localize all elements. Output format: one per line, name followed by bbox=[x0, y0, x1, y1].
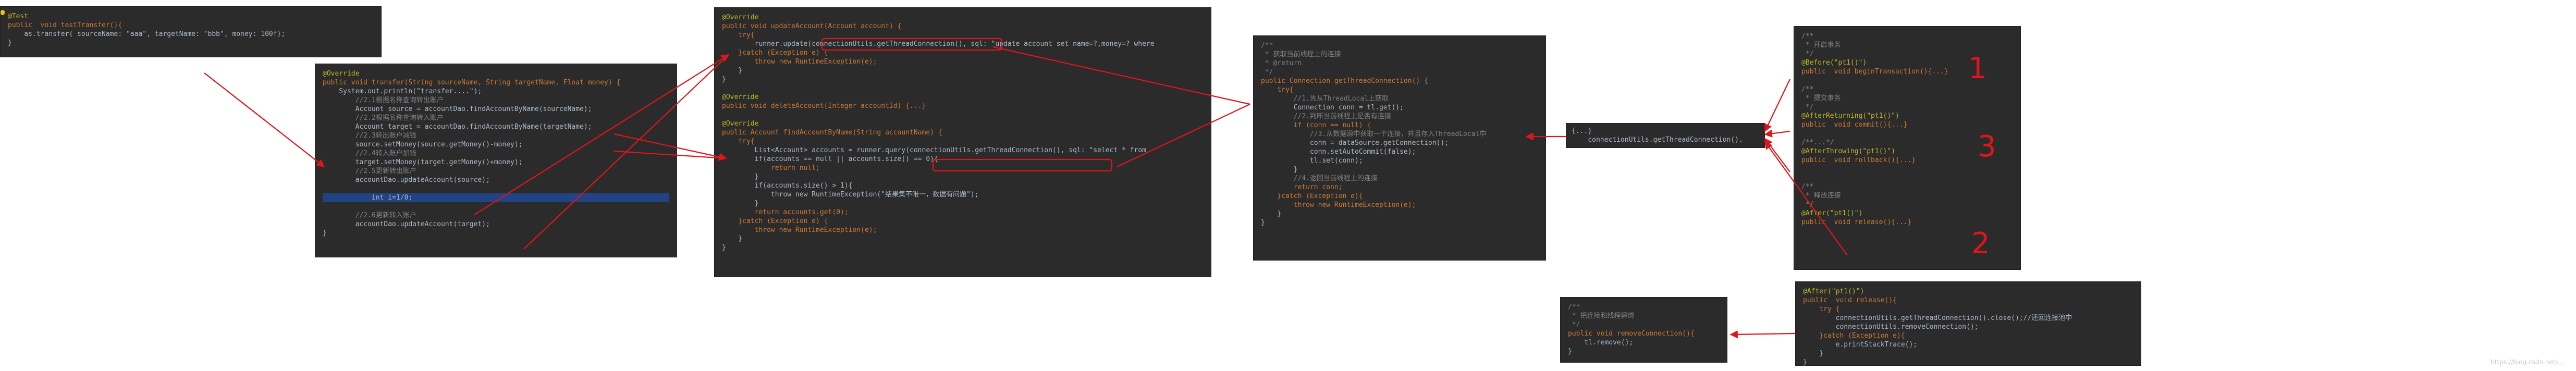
arrow-test-to-transfer bbox=[204, 72, 325, 167]
watermark: https://blog.csdn.net/... bbox=[2491, 358, 2563, 366]
annotation-overlay: 1 3 2 bbox=[204, 38, 1996, 339]
arrow-dao-to-conn-top bbox=[992, 46, 1250, 105]
annotation-number-1: 1 bbox=[1968, 52, 1987, 85]
highlight-box-query bbox=[932, 158, 1113, 172]
arrow-tx-to-call-1 bbox=[1764, 79, 1790, 132]
arrow-tx-to-call-3 bbox=[1764, 138, 1790, 172]
arrow-dao-to-conn-bottom bbox=[1117, 104, 1250, 167]
annotation-number-3: 3 bbox=[1978, 130, 1996, 164]
arrow-release-to-remove bbox=[1729, 330, 1796, 339]
arrow-transfer-to-update bbox=[474, 54, 730, 215]
arrow-tx-to-call-4 bbox=[1764, 141, 1848, 256]
arrow-tx-to-call-2 bbox=[1764, 129, 1790, 138]
highlight-box-update bbox=[821, 38, 1003, 51]
annotation-number-2: 2 bbox=[1971, 227, 1990, 261]
